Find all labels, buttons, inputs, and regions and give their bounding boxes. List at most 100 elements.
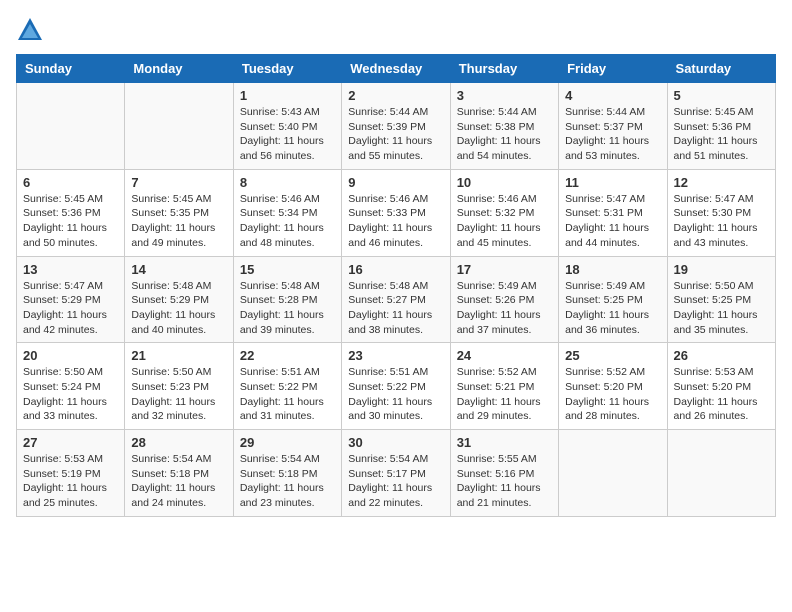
calendar-cell: 23 Sunrise: 5:51 AMSunset: 5:22 PMDayligh… [342, 343, 450, 430]
calendar-table: SundayMondayTuesdayWednesdayThursdayFrid… [16, 54, 776, 517]
day-info: Sunrise: 5:52 AMSunset: 5:20 PMDaylight:… [565, 365, 660, 424]
day-info: Sunrise: 5:45 AMSunset: 5:36 PMDaylight:… [674, 105, 769, 164]
calendar-cell: 30 Sunrise: 5:54 AMSunset: 5:17 PMDayligh… [342, 430, 450, 517]
day-info: Sunrise: 5:45 AMSunset: 5:36 PMDaylight:… [23, 192, 118, 251]
day-number: 18 [565, 262, 660, 277]
day-number: 24 [457, 348, 552, 363]
calendar-cell: 8 Sunrise: 5:46 AMSunset: 5:34 PMDaylight… [233, 169, 341, 256]
day-info: Sunrise: 5:48 AMSunset: 5:29 PMDaylight:… [131, 279, 226, 338]
calendar-cell: 29 Sunrise: 5:54 AMSunset: 5:18 PMDayligh… [233, 430, 341, 517]
calendar-cell: 24 Sunrise: 5:52 AMSunset: 5:21 PMDayligh… [450, 343, 558, 430]
day-number: 19 [674, 262, 769, 277]
day-number: 23 [348, 348, 443, 363]
day-number: 7 [131, 175, 226, 190]
calendar-week-row: 6 Sunrise: 5:45 AMSunset: 5:36 PMDaylight… [17, 169, 776, 256]
day-number: 9 [348, 175, 443, 190]
calendar-cell: 17 Sunrise: 5:49 AMSunset: 5:26 PMDayligh… [450, 256, 558, 343]
day-number: 12 [674, 175, 769, 190]
weekday-header: Sunday [17, 55, 125, 83]
calendar-cell: 16 Sunrise: 5:48 AMSunset: 5:27 PMDayligh… [342, 256, 450, 343]
day-info: Sunrise: 5:53 AMSunset: 5:20 PMDaylight:… [674, 365, 769, 424]
calendar-cell: 28Sunrise: 5:54 AMSunset: 5:18 PMDayligh… [125, 430, 233, 517]
calendar-week-row: 1 Sunrise: 5:43 AMSunset: 5:40 PMDaylight… [17, 83, 776, 170]
weekday-header: Friday [559, 55, 667, 83]
day-info: Sunrise: 5:48 AMSunset: 5:27 PMDaylight:… [348, 279, 443, 338]
day-number: 11 [565, 175, 660, 190]
calendar-cell: 10 Sunrise: 5:46 AMSunset: 5:32 PMDayligh… [450, 169, 558, 256]
calendar-week-row: 13 Sunrise: 5:47 AMSunset: 5:29 PMDayligh… [17, 256, 776, 343]
day-info: Sunrise: 5:54 AMSunset: 5:17 PMDaylight:… [348, 452, 443, 511]
logo [16, 16, 48, 44]
day-number: 31 [457, 435, 552, 450]
day-info: Sunrise: 5:43 AMSunset: 5:40 PMDaylight:… [240, 105, 335, 164]
calendar-cell [559, 430, 667, 517]
day-info: Sunrise: 5:51 AMSunset: 5:22 PMDaylight:… [348, 365, 443, 424]
day-number: 21 [131, 348, 226, 363]
day-number: 22 [240, 348, 335, 363]
day-number: 17 [457, 262, 552, 277]
calendar-cell: 15Sunrise: 5:48 AMSunset: 5:28 PMDayligh… [233, 256, 341, 343]
day-info: Sunrise: 5:48 AMSunset: 5:28 PMDaylight:… [240, 279, 335, 338]
logo-icon [16, 16, 44, 44]
day-number: 1 [240, 88, 335, 103]
day-number: 6 [23, 175, 118, 190]
calendar-cell: 9Sunrise: 5:46 AMSunset: 5:33 PMDaylight… [342, 169, 450, 256]
day-number: 16 [348, 262, 443, 277]
day-info: Sunrise: 5:46 AMSunset: 5:32 PMDaylight:… [457, 192, 552, 251]
day-info: Sunrise: 5:50 AMSunset: 5:23 PMDaylight:… [131, 365, 226, 424]
day-info: Sunrise: 5:44 AMSunset: 5:38 PMDaylight:… [457, 105, 552, 164]
calendar-cell: 1 Sunrise: 5:43 AMSunset: 5:40 PMDaylight… [233, 83, 341, 170]
calendar-cell [667, 430, 775, 517]
day-info: Sunrise: 5:47 AMSunset: 5:31 PMDaylight:… [565, 192, 660, 251]
calendar-cell: 6 Sunrise: 5:45 AMSunset: 5:36 PMDaylight… [17, 169, 125, 256]
day-info: Sunrise: 5:45 AMSunset: 5:35 PMDaylight:… [131, 192, 226, 251]
calendar-cell: 11 Sunrise: 5:47 AMSunset: 5:31 PMDayligh… [559, 169, 667, 256]
day-number: 25 [565, 348, 660, 363]
day-number: 5 [674, 88, 769, 103]
day-info: Sunrise: 5:53 AMSunset: 5:19 PMDaylight:… [23, 452, 118, 511]
weekday-header: Tuesday [233, 55, 341, 83]
day-number: 3 [457, 88, 552, 103]
day-info: Sunrise: 5:44 AMSunset: 5:39 PMDaylight:… [348, 105, 443, 164]
day-number: 29 [240, 435, 335, 450]
calendar-cell: 25 Sunrise: 5:52 AMSunset: 5:20 PMDayligh… [559, 343, 667, 430]
day-info: Sunrise: 5:47 AMSunset: 5:29 PMDaylight:… [23, 279, 118, 338]
calendar-cell: 26 Sunrise: 5:53 AMSunset: 5:20 PMDayligh… [667, 343, 775, 430]
day-number: 20 [23, 348, 118, 363]
calendar-cell: 4Sunrise: 5:44 AMSunset: 5:37 PMDaylight… [559, 83, 667, 170]
calendar-cell [17, 83, 125, 170]
day-number: 2 [348, 88, 443, 103]
calendar-cell: 20 Sunrise: 5:50 AMSunset: 5:24 PMDayligh… [17, 343, 125, 430]
calendar-cell: 7 Sunrise: 5:45 AMSunset: 5:35 PMDaylight… [125, 169, 233, 256]
day-info: Sunrise: 5:49 AMSunset: 5:25 PMDaylight:… [565, 279, 660, 338]
weekday-header: Monday [125, 55, 233, 83]
calendar-cell: 19Sunrise: 5:50 AMSunset: 5:25 PMDayligh… [667, 256, 775, 343]
day-info: Sunrise: 5:50 AMSunset: 5:24 PMDaylight:… [23, 365, 118, 424]
day-number: 30 [348, 435, 443, 450]
calendar-cell: 22 Sunrise: 5:51 AMSunset: 5:22 PMDayligh… [233, 343, 341, 430]
day-info: Sunrise: 5:46 AMSunset: 5:34 PMDaylight:… [240, 192, 335, 251]
day-number: 14 [131, 262, 226, 277]
day-info: Sunrise: 5:54 AMSunset: 5:18 PMDaylight:… [131, 452, 226, 511]
weekday-header: Wednesday [342, 55, 450, 83]
calendar-cell: 27 Sunrise: 5:53 AMSunset: 5:19 PMDayligh… [17, 430, 125, 517]
day-number: 27 [23, 435, 118, 450]
calendar-cell: 2 Sunrise: 5:44 AMSunset: 5:39 PMDaylight… [342, 83, 450, 170]
day-number: 10 [457, 175, 552, 190]
calendar-cell: 31Sunrise: 5:55 AMSunset: 5:16 PMDayligh… [450, 430, 558, 517]
calendar-header: SundayMondayTuesdayWednesdayThursdayFrid… [17, 55, 776, 83]
day-number: 8 [240, 175, 335, 190]
day-info: Sunrise: 5:52 AMSunset: 5:21 PMDaylight:… [457, 365, 552, 424]
calendar-cell: 5 Sunrise: 5:45 AMSunset: 5:36 PMDaylight… [667, 83, 775, 170]
day-info: Sunrise: 5:54 AMSunset: 5:18 PMDaylight:… [240, 452, 335, 511]
calendar-cell: 14 Sunrise: 5:48 AMSunset: 5:29 PMDayligh… [125, 256, 233, 343]
day-info: Sunrise: 5:49 AMSunset: 5:26 PMDaylight:… [457, 279, 552, 338]
day-number: 26 [674, 348, 769, 363]
calendar-cell: 12 Sunrise: 5:47 AMSunset: 5:30 PMDayligh… [667, 169, 775, 256]
calendar-cell: 13 Sunrise: 5:47 AMSunset: 5:29 PMDayligh… [17, 256, 125, 343]
calendar-body: 1 Sunrise: 5:43 AMSunset: 5:40 PMDaylight… [17, 83, 776, 517]
day-number: 13 [23, 262, 118, 277]
day-info: Sunrise: 5:51 AMSunset: 5:22 PMDaylight:… [240, 365, 335, 424]
page-header [16, 16, 776, 44]
day-info: Sunrise: 5:47 AMSunset: 5:30 PMDaylight:… [674, 192, 769, 251]
